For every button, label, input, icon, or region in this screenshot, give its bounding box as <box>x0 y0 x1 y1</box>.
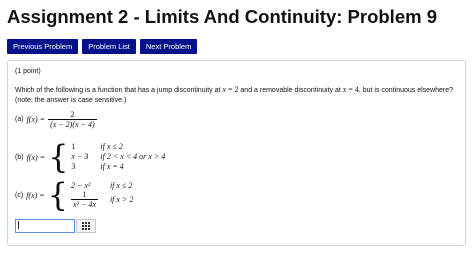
option-c-row2-denominator: x² − 4x <box>71 199 98 209</box>
option-c: (c) f(x) = { 2 − x² if x ≤ 2 1 x² − 4x i… <box>15 179 133 211</box>
option-a-numerator: 2 <box>70 110 75 119</box>
previous-problem-button[interactable]: Previous Problem <box>7 39 79 54</box>
next-problem-button[interactable]: Next Problem <box>139 39 198 54</box>
option-b-brace: { <box>48 138 69 176</box>
option-c-row1-expr: 2 − x² <box>71 181 91 190</box>
option-c-row2-numerator: 1 <box>82 190 87 199</box>
option-c-brace: { <box>47 176 69 214</box>
option-c-row2-fraction: 1 x² − 4x <box>71 190 98 209</box>
answer-caret-holder <box>15 219 75 233</box>
option-b-row3-expr: 3 <box>71 162 76 171</box>
option-b-label: (b) <box>15 153 24 161</box>
option-c-label: (c) <box>15 191 24 199</box>
problem-nav: Previous Problem Problem List Next Probl… <box>7 39 198 54</box>
option-a-label: (a) <box>15 116 24 123</box>
option-b-row1-cond: if x ≤ 2 <box>100 142 123 151</box>
page-title: Assignment 2 - Limits And Continuity: Pr… <box>7 6 437 27</box>
question-part-2: and a removable discontinuity at <box>238 87 343 94</box>
option-c-cases: 2 − x² if x ≤ 2 1 x² − 4x if x > 2 <box>71 181 133 209</box>
option-a-lhs: f(x) = <box>26 115 46 124</box>
question-part-1: Which of the following is a function tha… <box>15 87 223 94</box>
question-eq-2: = 4 <box>346 85 359 94</box>
problem-panel: (1 point) Which of the following is a fu… <box>7 60 466 246</box>
option-a-fraction: 2 (x − 2)(x − 4) <box>48 110 97 129</box>
problem-list-button[interactable]: Problem List <box>82 39 136 54</box>
question-text: Which of the following is a function tha… <box>15 85 455 106</box>
option-a: (a) f(x) = 2 (x − 2)(x − 4) <box>15 110 97 129</box>
option-b-lhs: f(x) = <box>26 152 46 162</box>
option-a-denominator: (x − 2)(x − 4) <box>48 119 97 129</box>
option-c-row1-cond: if x ≤ 2 <box>109 181 133 190</box>
option-b-row2-cond: if 2 < x < 4 or x > 4 <box>100 152 166 161</box>
option-b-row2-expr: x − 3 <box>71 152 89 161</box>
option-c-row2-cond: if x > 2 <box>109 195 134 204</box>
option-b-cases: 1 if x ≤ 2 x − 3 if 2 < x < 4 or x > 4 3… <box>71 142 165 172</box>
question-eq-1: = 2 <box>225 85 239 94</box>
keypad-button[interactable] <box>76 219 96 233</box>
option-c-lhs: f(x) = <box>26 190 45 200</box>
option-b: (b) f(x) = { 1 if x ≤ 2 x − 3 if 2 < x <… <box>15 141 165 173</box>
points-label: (1 point) <box>15 68 41 75</box>
option-b-row3-cond: if x = 4 <box>100 162 124 171</box>
option-b-row1-expr: 1 <box>71 142 76 151</box>
text-caret <box>18 221 19 229</box>
grid-icon <box>82 222 90 230</box>
